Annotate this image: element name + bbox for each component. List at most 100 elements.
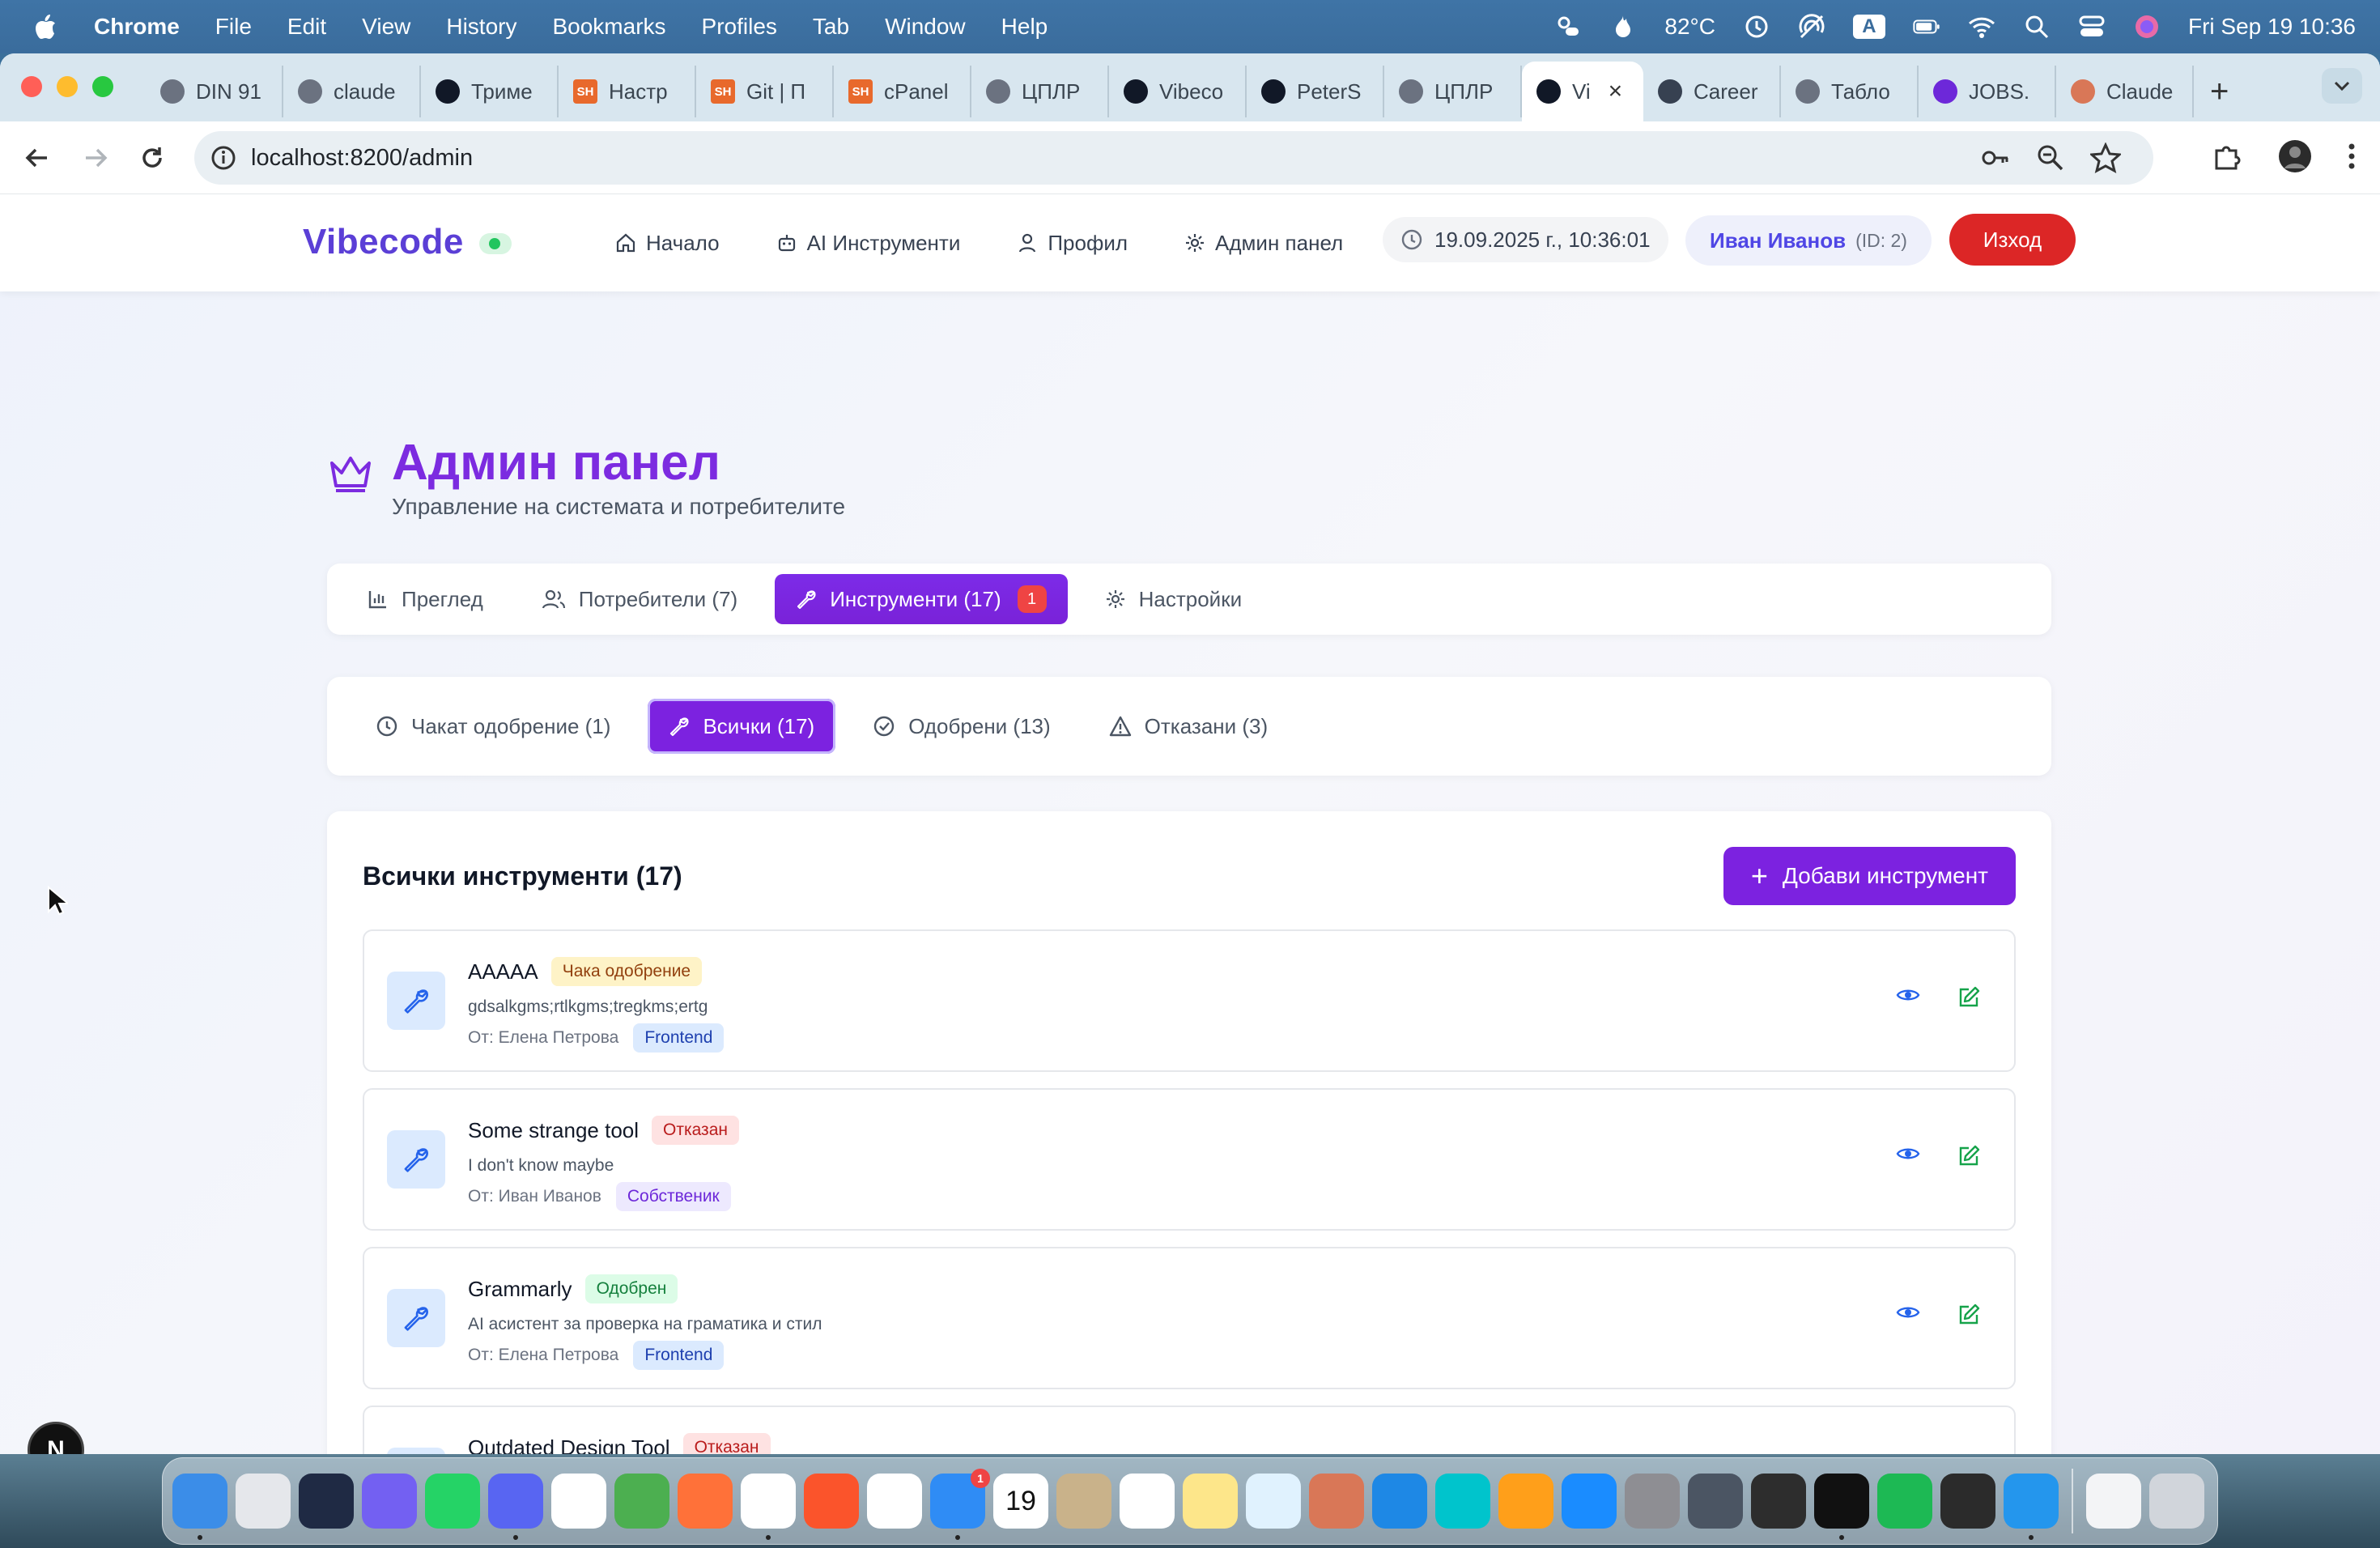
- figma-icon[interactable]: [1940, 1474, 1995, 1529]
- password-key-icon[interactable]: [1980, 142, 2011, 180]
- photos-icon[interactable]: [614, 1474, 669, 1529]
- menu-tab[interactable]: Tab: [813, 14, 849, 40]
- system-settings-icon[interactable]: [1625, 1474, 1680, 1529]
- final-cut-icon[interactable]: [1751, 1474, 1806, 1529]
- tab-settings[interactable]: Настройки: [1084, 574, 1264, 624]
- profile-avatar[interactable]: [2278, 139, 2312, 177]
- nav-home[interactable]: Начало: [615, 231, 720, 256]
- menu-edit[interactable]: Edit: [287, 14, 326, 40]
- pages-icon[interactable]: [1498, 1474, 1553, 1529]
- launchpad-icon[interactable]: [236, 1474, 291, 1529]
- canva-icon[interactable]: [1435, 1474, 1490, 1529]
- freeform-icon[interactable]: [1246, 1474, 1301, 1529]
- nav-profile[interactable]: Профил: [1017, 231, 1128, 256]
- chrome-icon[interactable]: [741, 1474, 796, 1540]
- google-drive-icon[interactable]: [867, 1474, 922, 1529]
- menu-view[interactable]: View: [362, 14, 410, 40]
- control-center-icon[interactable]: [2078, 13, 2106, 40]
- extensions-puzzle-icon[interactable]: [2212, 141, 2242, 176]
- browser-tab[interactable]: Career: [1643, 66, 1781, 117]
- current-user-badge[interactable]: Иван Иванов (ID: 2): [1685, 215, 1932, 266]
- spotlight-search-icon[interactable]: [2023, 13, 2051, 40]
- filter-approved[interactable]: Одобрени (13): [852, 701, 1071, 751]
- address-bar[interactable]: localhost:8200/admin: [194, 131, 2153, 185]
- filter-rejected[interactable]: Отказани (3): [1088, 701, 1290, 751]
- weather-icon[interactable]: [1554, 13, 1582, 40]
- input-source-indicator[interactable]: A: [1852, 15, 1885, 39]
- add-tool-button[interactable]: + Добави инструмент: [1723, 847, 2016, 905]
- edit-icon[interactable]: [1957, 1145, 1980, 1172]
- docker-icon[interactable]: [2004, 1474, 2059, 1540]
- edit-icon[interactable]: [1957, 1303, 1980, 1330]
- menu-window[interactable]: Window: [885, 14, 966, 40]
- menu-help[interactable]: Help: [1001, 14, 1048, 40]
- battery-icon[interactable]: [1913, 13, 1940, 40]
- calendar-icon[interactable]: 19: [993, 1474, 1048, 1529]
- filter-pending[interactable]: Чакат одобрение (1): [355, 701, 631, 751]
- reminders-icon[interactable]: [1120, 1474, 1175, 1529]
- tab-tools[interactable]: Инструменти (17) 1: [775, 574, 1068, 624]
- browser-tab[interactable]: JOBS.: [1919, 66, 2056, 117]
- spotify-icon[interactable]: [1877, 1474, 1932, 1529]
- close-tab-icon[interactable]: ×: [1609, 78, 1623, 105]
- menu-app-name[interactable]: Chrome: [94, 14, 180, 40]
- menu-clock[interactable]: Fri Sep 19 10:36: [2188, 14, 2356, 40]
- tool-list-item[interactable]: Outdated Design ToolОтказанОстарял дизай…: [363, 1406, 2016, 1454]
- reload-button[interactable]: [134, 140, 170, 176]
- browser-tab[interactable]: Табло: [1781, 66, 1919, 117]
- browser-tab[interactable]: Vi ×: [1522, 62, 1643, 121]
- bookmark-star-icon[interactable]: [2089, 142, 2123, 180]
- firefox-icon[interactable]: [678, 1474, 733, 1529]
- tab-overview[interactable]: Преглед: [346, 574, 504, 624]
- tool-list-item[interactable]: AAAAA Чака одобрение gdsalkgms;rtlkgms;tre…: [363, 929, 2016, 1072]
- tab-users[interactable]: Потребители (7): [521, 574, 759, 624]
- browser-tab[interactable]: DIN 91: [146, 66, 283, 117]
- chrome-menu-icon[interactable]: [2348, 142, 2356, 174]
- url-text[interactable]: localhost:8200/admin: [251, 145, 473, 172]
- browser-tab[interactable]: PeterS: [1247, 66, 1384, 117]
- view-eye-icon[interactable]: [1896, 986, 1920, 1013]
- new-tab-button[interactable]: +: [2210, 74, 2229, 110]
- finder-icon[interactable]: [172, 1474, 227, 1540]
- tab-search-button[interactable]: [2322, 68, 2362, 104]
- brave-icon[interactable]: [804, 1474, 859, 1529]
- contacts-icon[interactable]: [1056, 1474, 1111, 1529]
- minimize-window-button[interactable]: [57, 76, 78, 97]
- tool-list-item[interactable]: Some strange tool Отказан I don't know may…: [363, 1088, 2016, 1231]
- slack-icon[interactable]: [551, 1474, 606, 1529]
- wifi-icon[interactable]: [1968, 13, 1995, 40]
- menu-profiles[interactable]: Profiles: [702, 14, 777, 40]
- menu-file[interactable]: File: [215, 14, 252, 40]
- close-window-button[interactable]: [21, 76, 42, 97]
- downloads-stack-icon[interactable]: [2086, 1474, 2141, 1529]
- safari-icon[interactable]: [299, 1474, 354, 1529]
- trash-icon[interactable]: [2149, 1474, 2204, 1529]
- mail-icon[interactable]: 1: [930, 1469, 990, 1540]
- time-machine-icon[interactable]: [1743, 13, 1770, 40]
- airdrop-icon[interactable]: [1798, 13, 1825, 40]
- logout-button[interactable]: Изход: [1949, 214, 2076, 266]
- edit-icon[interactable]: [1957, 986, 1980, 1013]
- keynote-icon[interactable]: [1372, 1474, 1427, 1529]
- browser-tab[interactable]: SH cPanel: [834, 66, 971, 117]
- browser-tab[interactable]: ЦПЛР: [1384, 66, 1522, 117]
- site-info-icon[interactable]: [207, 142, 240, 174]
- pycharm-icon[interactable]: [1814, 1474, 1869, 1540]
- browser-tab[interactable]: SH Git | П: [696, 66, 834, 117]
- disk-utility-icon[interactable]: [1688, 1474, 1743, 1529]
- browser-tab[interactable]: ЦПЛР: [971, 66, 1109, 117]
- view-eye-icon[interactable]: [1896, 1145, 1920, 1172]
- browser-tab[interactable]: Триме: [421, 66, 559, 117]
- zoom-window-button[interactable]: [92, 76, 113, 97]
- apple-icon[interactable]: [34, 14, 57, 40]
- nav-ai-tools[interactable]: AI Инструменти: [776, 231, 960, 256]
- discord-icon[interactable]: [488, 1474, 543, 1540]
- menu-bookmarks[interactable]: Bookmarks: [552, 14, 665, 40]
- filter-all[interactable]: Всички (17): [648, 699, 836, 754]
- cpu-temperature[interactable]: 82°C: [1664, 14, 1715, 40]
- brand-logo[interactable]: Vibecode: [303, 222, 464, 262]
- app-store-icon[interactable]: [1562, 1474, 1617, 1529]
- claude-icon[interactable]: [1309, 1474, 1364, 1529]
- browser-tab[interactable]: Vibeco: [1109, 66, 1247, 117]
- browser-tab[interactable]: claude: [283, 66, 421, 117]
